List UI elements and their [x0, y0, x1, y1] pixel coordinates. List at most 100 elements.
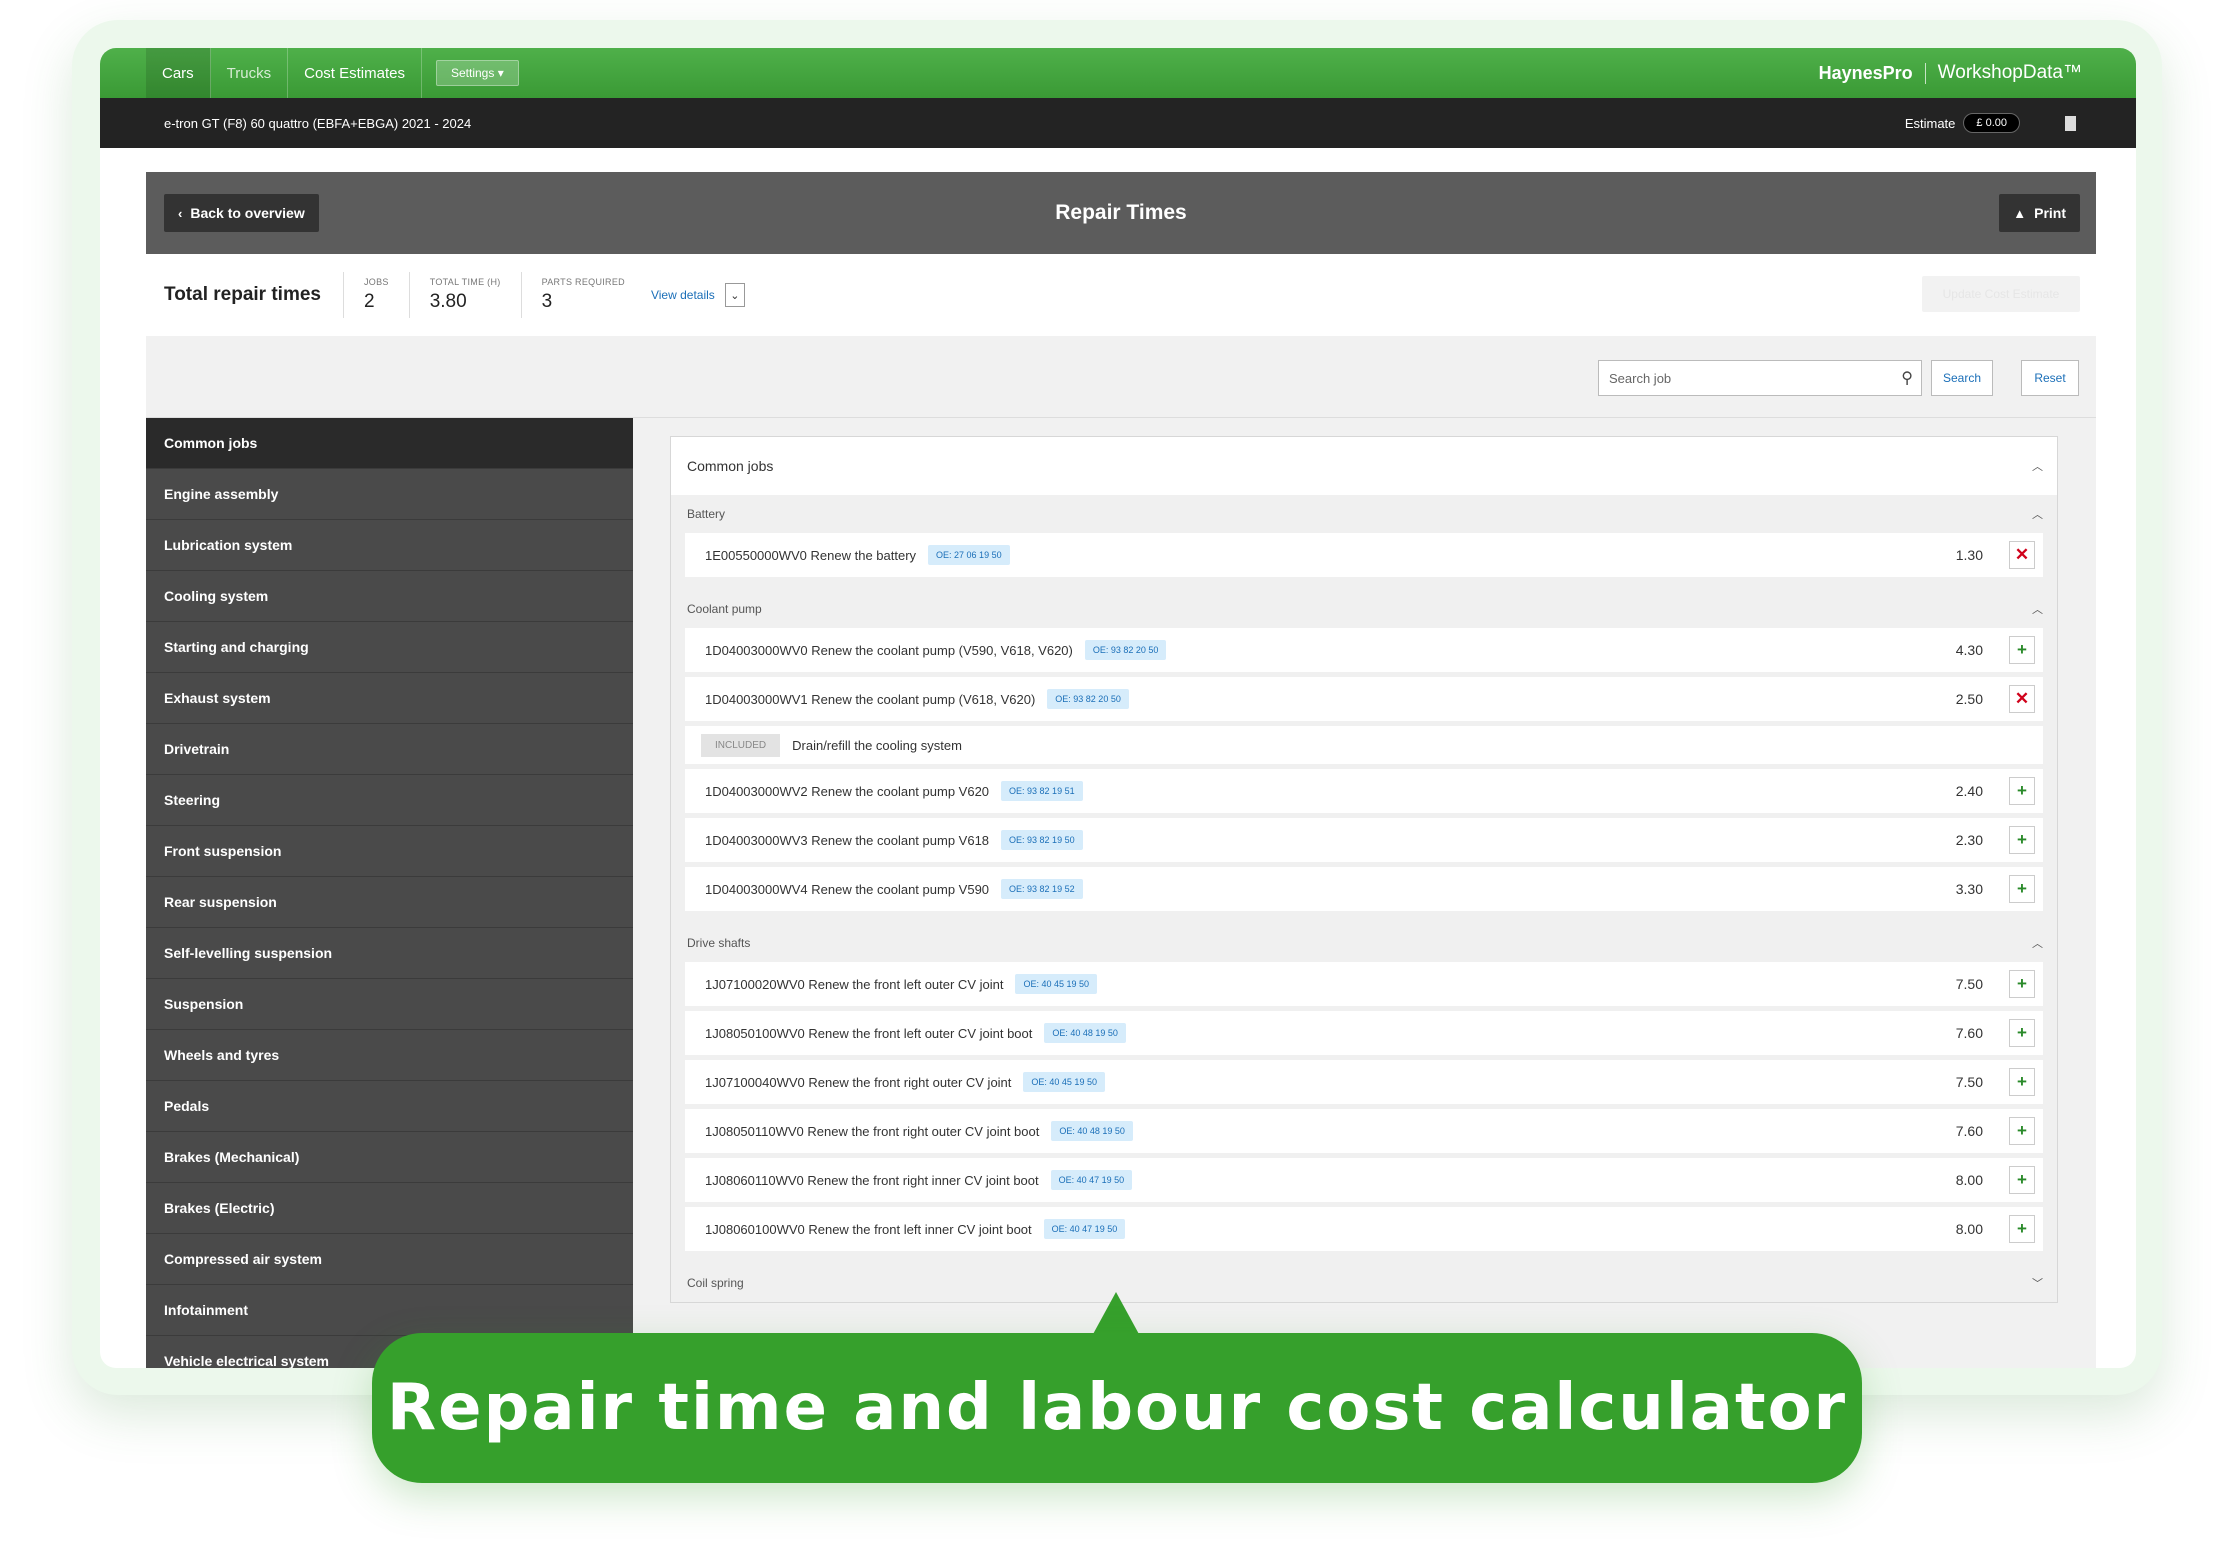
stat-parts: PARTS REQUIRED 3 [520, 272, 645, 318]
plus-icon: + [2017, 879, 2027, 898]
oe-code-badge[interactable]: OE: 93 82 19 52 [1001, 879, 1083, 899]
sidebar-item-brakes-electric[interactable]: Brakes (Electric) [146, 1183, 633, 1234]
nav-cars[interactable]: Cars [146, 48, 211, 98]
update-cost-estimate-button[interactable]: Update Cost Estimate [1922, 276, 2080, 312]
summary-title: Total repair times [164, 284, 321, 305]
oe-code-badge[interactable]: OE: 40 48 19 50 [1051, 1121, 1133, 1141]
oe-code-badge[interactable]: OE: 40 48 19 50 [1044, 1023, 1126, 1043]
sidebar-item-self-levelling-suspension[interactable]: Self-levelling suspension [146, 928, 633, 979]
app-window: Cars Trucks Cost Estimates Settings ▾ Ha… [100, 48, 2136, 1368]
remove-job-button[interactable]: ✕ [2009, 541, 2035, 569]
sidebar-item-common-jobs[interactable]: Common jobs [146, 418, 633, 469]
sidebar-item-pedals[interactable]: Pedals [146, 1081, 633, 1132]
job-row: 1D04003000WV3 Renew the coolant pump V61… [685, 818, 2043, 862]
job-time: 8.00 [1955, 1172, 1983, 1188]
group-header[interactable]: Drive shafts ︿ [671, 924, 2057, 962]
print-button[interactable]: ▲ Print [1999, 194, 2080, 232]
sidebar-item-brakes-mechanical[interactable]: Brakes (Mechanical) [146, 1132, 633, 1183]
oe-code-badge[interactable]: OE: 40 45 19 50 [1015, 974, 1098, 994]
group-header[interactable]: Battery ︿ [671, 495, 2057, 533]
chevron-up-icon[interactable]: ︿ [2032, 601, 2043, 617]
add-job-button[interactable]: + [2009, 1019, 2035, 1047]
category-sidebar: Common jobs Engine assembly Lubrication … [146, 418, 633, 1368]
plus-icon: + [2017, 640, 2027, 659]
sidebar-item-starting-and-charging[interactable]: Starting and charging [146, 622, 633, 673]
close-icon: ✕ [2014, 689, 2030, 708]
job-row: 1D04003000WV1 Renew the coolant pump (V6… [685, 677, 2043, 721]
oe-code-badge[interactable]: OE: 93 82 19 50 [1001, 830, 1083, 850]
nav-cost-estimates[interactable]: Cost Estimates [288, 48, 422, 98]
sidebar-item-lubrication-system[interactable]: Lubrication system [146, 520, 633, 571]
sidebar-item-compressed-air-system[interactable]: Compressed air system [146, 1234, 633, 1285]
stat-label: PARTS REQUIRED [541, 277, 625, 287]
vehicle-name[interactable]: e-tron GT (F8) 60 quattro (EBFA+EBGA) 20… [164, 116, 471, 131]
search-icon: ⚲ [1901, 370, 1913, 387]
add-job-button[interactable]: + [2009, 1215, 2035, 1243]
search-placeholder: Search job [1609, 370, 1672, 386]
sidebar-item-wheels-and-tyres[interactable]: Wheels and tyres [146, 1030, 633, 1081]
chevron-down-icon[interactable]: ﹀ [2032, 1275, 2043, 1291]
panel-header[interactable]: Common jobs ︿ [671, 437, 2057, 495]
sidebar-item-suspension[interactable]: Suspension [146, 979, 633, 1030]
back-to-overview-button[interactable]: ‹ Back to overview [164, 194, 319, 232]
oe-code-badge[interactable]: OE: 27 06 19 50 [928, 545, 1010, 565]
search-input[interactable]: Search job ⚲ [1598, 360, 1922, 396]
add-job-button[interactable]: + [2009, 777, 2035, 805]
add-job-button[interactable]: + [2009, 636, 2035, 664]
group-header-collapsed[interactable]: Coil spring ﹀ [671, 1264, 2057, 1302]
brand-logo: HaynesPro WorkshopData™ [1819, 48, 2082, 98]
document-icon[interactable] [2065, 115, 2076, 131]
vehicle-bar: e-tron GT (F8) 60 quattro (EBFA+EBGA) 20… [100, 98, 2136, 148]
remove-job-button[interactable]: ✕ [2009, 685, 2035, 713]
search-button[interactable]: Search [1931, 360, 1993, 396]
sidebar-item-front-suspension[interactable]: Front suspension [146, 826, 633, 877]
panel-title: Common jobs [687, 458, 774, 474]
job-time: 3.30 [1955, 881, 1983, 897]
chevron-up-icon[interactable]: ︿ [2032, 506, 2043, 522]
print-label: Print [2034, 205, 2066, 221]
add-job-button[interactable]: + [2009, 1166, 2035, 1194]
add-job-button[interactable]: + [2009, 1117, 2035, 1145]
nav-trucks[interactable]: Trucks [211, 48, 289, 98]
job-time: 2.50 [1955, 691, 1983, 707]
sidebar-item-rear-suspension[interactable]: Rear suspension [146, 877, 633, 928]
stat-jobs: JOBS 2 [342, 272, 409, 318]
sidebar-item-engine-assembly[interactable]: Engine assembly [146, 469, 633, 520]
job-time: 7.60 [1955, 1123, 1983, 1139]
view-details-link[interactable]: View details [651, 288, 715, 302]
estimate-widget[interactable]: Estimate £ 0.00 [1905, 113, 2020, 133]
group-title: Coil spring [687, 1276, 744, 1290]
add-job-button[interactable]: + [2009, 826, 2035, 854]
group-title: Drive shafts [687, 936, 751, 950]
group-header[interactable]: Coolant pump ︿ [671, 590, 2057, 628]
settings-dropdown[interactable]: Settings ▾ [436, 60, 519, 86]
plus-icon: + [2017, 1023, 2027, 1042]
group-title: Battery [687, 507, 726, 521]
included-badge: INCLUDED [701, 733, 781, 757]
sidebar-item-exhaust-system[interactable]: Exhaust system [146, 673, 633, 724]
chevron-down-icon[interactable]: ⌄ [724, 283, 745, 307]
chevron-up-icon[interactable]: ︿ [2032, 458, 2043, 474]
add-job-button[interactable]: + [2009, 1068, 2035, 1096]
oe-code-badge[interactable]: OE: 40 47 19 50 [1043, 1219, 1126, 1239]
sidebar-item-cooling-system[interactable]: Cooling system [146, 571, 633, 622]
chevron-up-icon[interactable]: ︿ [2032, 935, 2043, 951]
estimate-value: £ 0.00 [1963, 113, 2020, 133]
job-description: 1D04003000WV4 Renew the coolant pump V59… [705, 881, 990, 897]
oe-code-badge[interactable]: OE: 93 82 20 50 [1047, 689, 1129, 709]
oe-code-badge[interactable]: OE: 40 45 19 50 [1023, 1072, 1105, 1092]
add-job-button[interactable]: + [2009, 970, 2035, 998]
sidebar-item-steering[interactable]: Steering [146, 775, 633, 826]
oe-code-badge[interactable]: OE: 40 47 19 50 [1050, 1170, 1133, 1190]
job-row: 1J07100040WV0 Renew the front right oute… [685, 1060, 2043, 1104]
title-bar: ‹ Back to overview Repair Times ▲ Print [146, 172, 2096, 254]
sidebar-item-infotainment[interactable]: Infotainment [146, 1285, 633, 1336]
oe-code-badge[interactable]: OE: 93 82 20 50 [1084, 640, 1167, 660]
reset-button[interactable]: Reset [2021, 360, 2079, 396]
included-desc: Drain/refill the cooling system [792, 737, 962, 753]
sidebar-item-drivetrain[interactable]: Drivetrain [146, 724, 633, 775]
job-time: 2.30 [1955, 832, 1983, 848]
job-row: 1J07100020WV0 Renew the front left outer… [685, 962, 2043, 1006]
oe-code-badge[interactable]: OE: 93 82 19 51 [1001, 781, 1083, 801]
add-job-button[interactable]: + [2009, 875, 2035, 903]
